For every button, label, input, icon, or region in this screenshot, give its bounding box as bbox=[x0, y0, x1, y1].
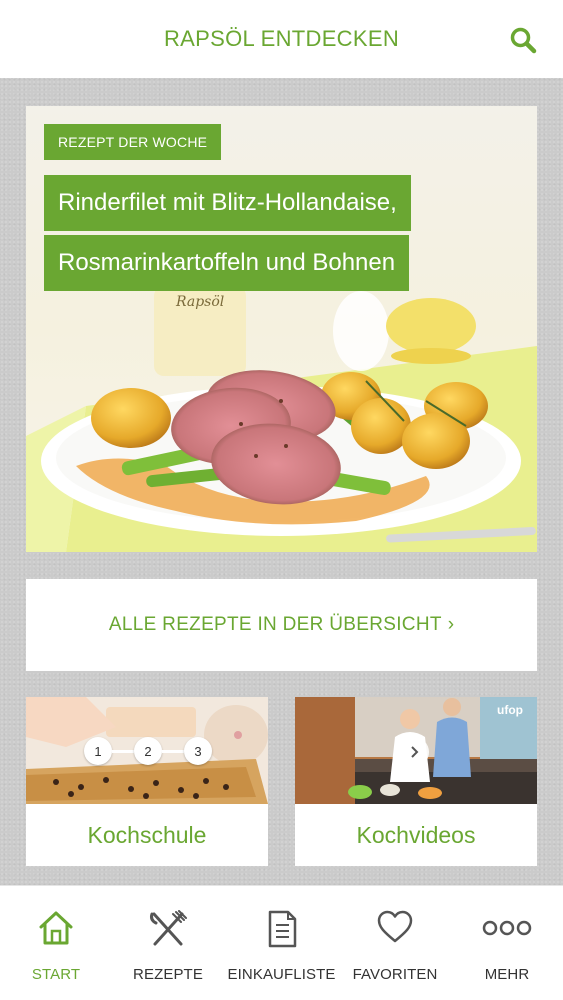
step-2: 2 bbox=[134, 737, 162, 765]
cooking-videos-image: ufop bbox=[295, 697, 537, 804]
page-title: RAPSÖL ENTDECKEN bbox=[163, 26, 400, 51]
tab-label: START bbox=[31, 966, 81, 983]
step-1: 1 bbox=[84, 737, 112, 765]
play-video-button[interactable] bbox=[399, 737, 429, 767]
all-recipes-label: ALLE REZEPTE IN DER ÜBERSICHT bbox=[108, 614, 442, 635]
cooking-school-tile[interactable]: 1 2 3 Kochschule bbox=[26, 697, 268, 866]
recipe-of-the-week-card[interactable]: Rapsöl REZEPT DER WOCHE Rinderfilet mit … bbox=[26, 106, 537, 552]
search-button[interactable] bbox=[509, 26, 537, 54]
list-icon bbox=[268, 910, 296, 948]
tab-start[interactable]: START bbox=[0, 886, 112, 1000]
chevron-right-icon: › bbox=[447, 614, 455, 635]
fork-knife-icon bbox=[150, 910, 187, 946]
recipe-title-line-2: Rosmarinkartoffeln und Bohnen bbox=[44, 235, 410, 291]
app-screen: RAPSÖL ENTDECKEN Rapsöl REZEPT DER WOCHE… bbox=[0, 0, 563, 1000]
step-connector bbox=[162, 749, 184, 753]
cooking-school-image: 1 2 3 bbox=[26, 697, 268, 804]
cooking-videos-label: Kochvideos bbox=[356, 821, 476, 848]
steps-indicator: 1 2 3 bbox=[84, 737, 212, 765]
tab-shopping-list[interactable]: EINKAUFLISTE bbox=[224, 886, 339, 1000]
tab-favorites[interactable]: FAVORITEN bbox=[339, 886, 451, 1000]
step-connector bbox=[112, 749, 134, 753]
recipe-of-week-badge: REZEPT DER WOCHE bbox=[44, 124, 222, 160]
chevron-right-icon bbox=[411, 746, 419, 758]
home-icon bbox=[39, 911, 73, 945]
tab-label: FAVORITEN bbox=[352, 966, 438, 983]
tab-recipes[interactable]: REZEPTE bbox=[112, 886, 224, 1000]
top-bar: RAPSÖL ENTDECKEN bbox=[0, 0, 563, 78]
bottom-tab-bar: START REZEPTE EINKAUFLISTE FAVORITEN MEH… bbox=[0, 885, 563, 1000]
search-icon bbox=[510, 27, 537, 54]
heart-icon bbox=[377, 910, 413, 943]
recipe-hero-image: Rapsöl bbox=[26, 106, 537, 552]
tab-label: EINKAUFLISTE bbox=[227, 966, 336, 983]
more-icon bbox=[482, 920, 532, 936]
tab-label: MEHR bbox=[484, 966, 530, 983]
tab-more[interactable]: MEHR bbox=[451, 886, 563, 1000]
bottle-label: Rapsöl bbox=[175, 294, 224, 310]
step-3: 3 bbox=[184, 737, 212, 765]
ufop-logo: ufop bbox=[497, 703, 523, 717]
recipe-title-line-1: Rinderfilet mit Blitz-Hollandaise, bbox=[44, 175, 411, 231]
cooking-school-label: Kochschule bbox=[87, 821, 207, 848]
all-recipes-button[interactable]: ALLE REZEPTE IN DER ÜBERSICHT › bbox=[26, 579, 537, 671]
tab-label: REZEPTE bbox=[133, 966, 203, 983]
cooking-videos-tile[interactable]: ufop Kochvideos bbox=[295, 697, 537, 866]
